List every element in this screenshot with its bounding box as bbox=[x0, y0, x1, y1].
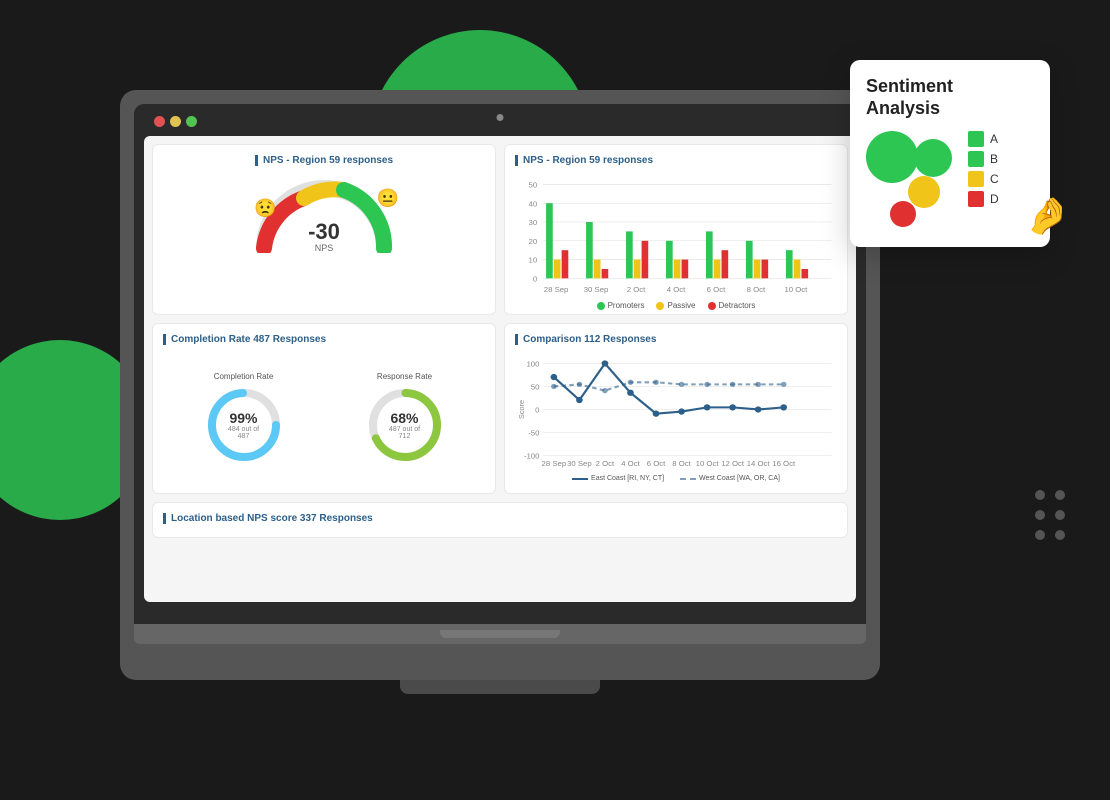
response-rate-label: Response Rate bbox=[365, 372, 445, 381]
svg-text:6 Oct: 6 Oct bbox=[707, 285, 726, 294]
comparison-title: Comparison 112 Responses bbox=[515, 334, 837, 345]
svg-text:0: 0 bbox=[535, 406, 539, 415]
legend-east: East Coast [RI, NY, CT] bbox=[591, 475, 664, 482]
svg-text:30 Sep: 30 Sep bbox=[567, 459, 592, 468]
laptop: NPS - Region 59 responses bbox=[120, 90, 880, 680]
location-panel: Location based NPS score 337 Responses bbox=[152, 502, 848, 538]
svg-text:2 Oct: 2 Oct bbox=[596, 459, 615, 468]
response-pct: 68% bbox=[385, 410, 425, 426]
completion-title: Completion Rate 487 Responses bbox=[163, 334, 485, 345]
legend-b-color bbox=[968, 151, 984, 167]
bar-chart-legend: Promoters Passive Detractors bbox=[515, 301, 837, 310]
bg-dots bbox=[1035, 490, 1065, 540]
sentiment-legend: A B C D bbox=[968, 131, 999, 207]
bubble-d bbox=[890, 201, 916, 227]
response-sub: 487 out of 712 bbox=[385, 426, 425, 440]
laptop-stand bbox=[400, 680, 600, 694]
location-title: Location based NPS score 337 Responses bbox=[163, 513, 837, 524]
line-chart-legend: East Coast [RI, NY, CT] West Coast [WA, … bbox=[515, 475, 837, 482]
svg-text:28 Sep: 28 Sep bbox=[544, 285, 569, 294]
svg-text:30: 30 bbox=[529, 218, 538, 227]
legend-c: C bbox=[990, 172, 999, 186]
legend-detractors: Detractors bbox=[719, 301, 756, 310]
svg-text:40: 40 bbox=[529, 200, 538, 209]
svg-text:10 Oct: 10 Oct bbox=[784, 285, 808, 294]
sad-emoji: 😟 bbox=[254, 198, 276, 219]
response-donut: Response Rate 68% 487 out of 712 bbox=[365, 372, 445, 465]
svg-text:6 Oct: 6 Oct bbox=[647, 459, 666, 468]
svg-text:Score: Score bbox=[517, 400, 526, 419]
svg-text:20: 20 bbox=[529, 237, 538, 246]
laptop-notch bbox=[440, 630, 560, 638]
svg-text:0: 0 bbox=[533, 275, 537, 284]
svg-text:50: 50 bbox=[531, 383, 540, 392]
nps-bar-panel: NPS - Region 59 responses 50 bbox=[504, 144, 848, 315]
svg-text:30 Sep: 30 Sep bbox=[584, 285, 609, 294]
legend-a: A bbox=[990, 132, 998, 146]
svg-text:28 Sep: 28 Sep bbox=[542, 459, 567, 468]
close-button[interactable] bbox=[154, 116, 165, 127]
bar-chart-area: 50 40 30 20 10 0 28 Sep bbox=[515, 174, 837, 304]
legend-west: West Coast [WA, OR, CA] bbox=[699, 475, 780, 482]
svg-text:100: 100 bbox=[526, 360, 539, 369]
svg-text:-50: -50 bbox=[528, 429, 539, 438]
comparison-panel: Comparison 112 Responses 100 50 bbox=[504, 323, 848, 494]
camera bbox=[497, 114, 504, 121]
nps-label: NPS bbox=[308, 243, 340, 253]
svg-text:16 Oct: 16 Oct bbox=[772, 459, 796, 468]
svg-text:10: 10 bbox=[529, 256, 538, 265]
screen: NPS - Region 59 responses bbox=[144, 136, 856, 602]
line-chart-area: 100 50 0 -50 -100 Score 28 Sep 30 Sep 2 … bbox=[515, 353, 837, 483]
bubble-a bbox=[866, 131, 918, 183]
nps-gauge-title: NPS - Region 59 responses bbox=[255, 155, 393, 166]
sentiment-bubbles bbox=[866, 131, 956, 231]
donut-row: Completion Rate 99% 484 out of 487 bbox=[163, 353, 485, 483]
happy-emoji: 😐 bbox=[377, 188, 399, 209]
svg-text:2 Oct: 2 Oct bbox=[627, 285, 646, 294]
legend-a-color bbox=[968, 131, 984, 147]
bubble-b bbox=[914, 139, 952, 177]
completion-pct: 99% bbox=[224, 410, 264, 426]
legend-b: B bbox=[990, 152, 998, 166]
minimize-button[interactable] bbox=[170, 116, 181, 127]
completion-sub: 484 out of 487 bbox=[224, 426, 264, 440]
sentiment-body: A B C D bbox=[866, 131, 1034, 231]
svg-text:4 Oct: 4 Oct bbox=[667, 285, 686, 294]
svg-text:10 Oct: 10 Oct bbox=[696, 459, 720, 468]
legend-d: D bbox=[990, 192, 999, 206]
legend-passive: Passive bbox=[667, 301, 695, 310]
svg-text:50: 50 bbox=[529, 181, 538, 190]
completion-panel: Completion Rate 487 Responses Completion… bbox=[152, 323, 496, 494]
hand-icon: 🤌 bbox=[1025, 195, 1070, 237]
sentiment-card: SentimentAnalysis A B C D bbox=[850, 60, 1050, 247]
nps-gauge-panel: NPS - Region 59 responses bbox=[152, 144, 496, 315]
completion-donut: Completion Rate 99% 484 out of 487 bbox=[204, 372, 284, 465]
nps-value: -30 bbox=[308, 221, 340, 243]
laptop-base bbox=[134, 624, 866, 644]
svg-text:4 Oct: 4 Oct bbox=[621, 459, 640, 468]
svg-text:14 Oct: 14 Oct bbox=[747, 459, 771, 468]
bubble-c bbox=[908, 176, 940, 208]
svg-text:-100: -100 bbox=[524, 452, 540, 461]
maximize-button[interactable] bbox=[186, 116, 197, 127]
svg-text:8 Oct: 8 Oct bbox=[672, 459, 691, 468]
legend-promoters: Promoters bbox=[608, 301, 645, 310]
nps-bar-title: NPS - Region 59 responses bbox=[515, 155, 837, 166]
gauge-container: -30 NPS 😟 😐 bbox=[254, 178, 394, 253]
laptop-bezel: NPS - Region 59 responses bbox=[134, 104, 866, 624]
legend-c-color bbox=[968, 171, 984, 187]
legend-d-color bbox=[968, 191, 984, 207]
svg-text:8 Oct: 8 Oct bbox=[747, 285, 766, 294]
svg-text:12 Oct: 12 Oct bbox=[721, 459, 745, 468]
completion-rate-label: Completion Rate bbox=[204, 372, 284, 381]
traffic-lights bbox=[154, 116, 197, 127]
sentiment-title: SentimentAnalysis bbox=[866, 76, 1034, 119]
